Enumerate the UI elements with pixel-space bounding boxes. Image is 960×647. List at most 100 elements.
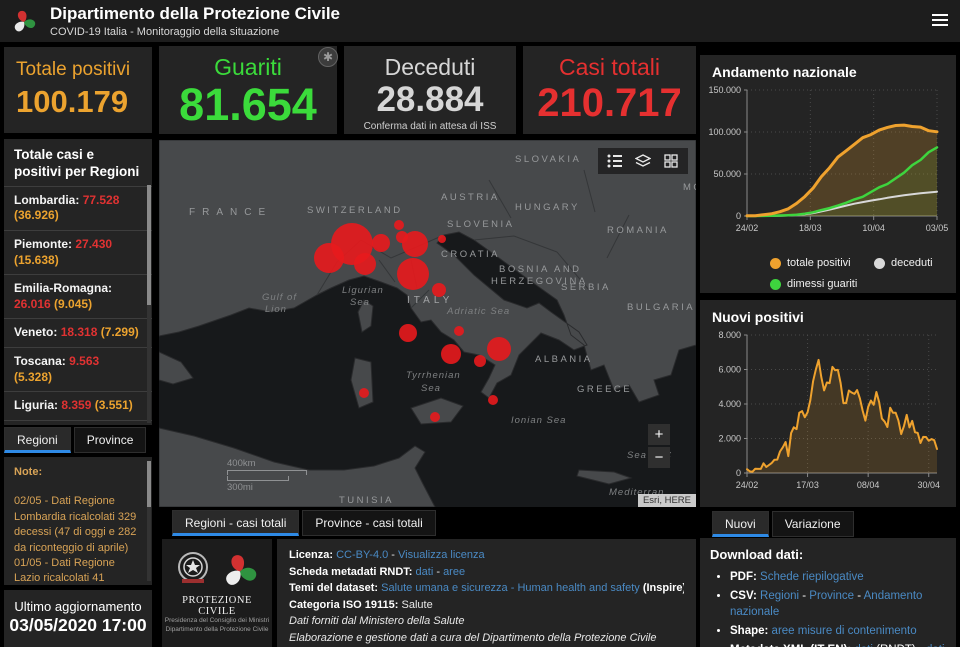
svg-text:100.000: 100.000 [708, 127, 741, 137]
svg-text:24/02: 24/02 [736, 223, 759, 233]
scale-km: 400km [227, 458, 256, 469]
last-update-label: Ultimo aggiornamento [14, 599, 142, 614]
new-positives-panel: Nuovi positivi 0 2.000 4.000 6.000 8.000 24/0… [700, 300, 956, 507]
stat-card-guariti: Guariti 81.654 [159, 46, 337, 134]
svg-text:03/05: 03/05 [926, 223, 949, 233]
italy-cases-map[interactable]: FRANCE SWITZERLAND AUSTRIA SLOVAKIA HUNGARY S… [159, 140, 696, 507]
zoom-out-button[interactable]: − [648, 447, 670, 468]
license-line: Scheda metadati RNDT: dati - aree [289, 564, 684, 581]
map-label: ITALY [407, 295, 453, 306]
legend-item[interactable]: totale positivi [770, 257, 874, 269]
text-segment: PDF: [730, 571, 761, 583]
legend-item[interactable]: deceduti [874, 257, 933, 269]
link[interactable]: dati [416, 566, 434, 578]
case-bubble[interactable] [441, 344, 461, 364]
case-bubble[interactable] [487, 337, 511, 361]
zoom-in-button[interactable]: + [648, 424, 670, 445]
link[interactable]: Regioni [760, 590, 799, 602]
case-bubble[interactable] [397, 258, 429, 290]
settings-gear-icon[interactable]: ✱ [318, 47, 338, 67]
case-bubble[interactable] [474, 355, 486, 367]
region-row[interactable]: Liguria: 8.359 (3.551) [4, 391, 152, 420]
case-bubble[interactable] [438, 235, 446, 243]
case-bubble[interactable] [399, 324, 417, 342]
case-bubble[interactable] [372, 234, 390, 252]
map-zoom-controls: + − [648, 424, 670, 470]
case-bubble[interactable] [430, 412, 440, 422]
license-line: Elaborazione e gestione dati a cura del … [289, 630, 684, 647]
layers-icon[interactable] [632, 150, 654, 172]
case-bubble[interactable] [314, 243, 344, 273]
scrollbar-thumb[interactable] [147, 185, 151, 305]
text-segment: CSV: [730, 589, 761, 602]
text-segment: Elaborazione e gestione dati a cura del … [289, 631, 657, 644]
text-segment: Dati forniti dal Ministero della Salute [289, 615, 465, 627]
stat-label: Deceduti [384, 54, 476, 80]
text-segment: - [433, 565, 444, 578]
link[interactable]: CC-BY-4.0 [336, 549, 388, 561]
region-row[interactable]: Veneto: 18.318 (7.299) [4, 318, 152, 347]
map-toolbar [598, 148, 688, 174]
link[interactable]: aree [443, 566, 465, 578]
legend-dot-icon [770, 278, 781, 290]
last-update-value: 03/05/2020 17:00 [9, 615, 147, 635]
text-segment: (Inspire) [639, 582, 684, 594]
tab-variazione[interactable]: Variazione [771, 511, 854, 537]
tab-nuovi[interactable]: Nuovi [712, 511, 769, 537]
region-row[interactable]: Lombardia: 77.528 (36.926) [4, 185, 152, 230]
map-label: SLOVENIA [447, 219, 515, 230]
case-bubble[interactable] [454, 326, 464, 336]
license-line: Categoria ISO 19115: Salute [289, 597, 684, 614]
page-title: Dipartimento della Protezione Civile [50, 4, 341, 23]
region-row[interactable]: Lazio: 6.809 (4.385) [4, 419, 152, 425]
text-segment: - [854, 589, 864, 602]
svg-text:2.000: 2.000 [718, 434, 741, 444]
map-label: Sea [350, 297, 370, 308]
link[interactable]: Schede riepilogative [760, 571, 864, 583]
link[interactable]: Salute umana e sicurezza - Human health … [381, 582, 640, 594]
legend-item[interactable]: dimessi guariti [770, 278, 857, 290]
tab-province-casi-totali[interactable]: Province - casi totali [302, 510, 436, 536]
text-segment: Temi del dataset: [289, 582, 382, 594]
scrollbar-thumb[interactable] [147, 461, 151, 507]
link[interactable]: Province [809, 590, 854, 602]
page-subtitle: COVID-19 Italia - Monitoraggio della sit… [50, 26, 280, 38]
scrollbar[interactable] [147, 185, 151, 423]
download-list: PDF: Schede riepilogative CSV: Regioni - … [710, 569, 946, 647]
stat-footnote: Conferma dati in attesa di ISS [363, 120, 497, 132]
notes-body: 02/05 - Dati Regione Lombardia ricalcola… [14, 495, 137, 585]
map-label: SERBIA [561, 282, 611, 293]
svg-text:08/04: 08/04 [857, 480, 880, 490]
case-bubble[interactable] [402, 231, 428, 257]
tab-regioni-casi-totali[interactable]: Regioni - casi totali [172, 510, 300, 536]
scrollbar[interactable] [147, 461, 151, 581]
text-segment: - [388, 549, 399, 561]
svg-text:17/03: 17/03 [796, 480, 819, 490]
case-bubble[interactable] [394, 220, 404, 230]
protezione-civile-logo-icon [14, 10, 36, 32]
link[interactable]: aree misure di contenimento [772, 625, 917, 637]
map-canvas[interactable]: FRANCE SWITZERLANDAUSTRIASLOVAKIAHUNGARYS… [159, 140, 696, 507]
download-title: Download dati: [710, 547, 804, 562]
link[interactable]: Visualizza licenza [398, 549, 485, 561]
map-scale-bar: 400km 300mi [227, 458, 307, 493]
download-item: CSV: Regioni - Province - Andamento nazi… [730, 588, 946, 621]
stat-value: 210.717 [537, 81, 682, 125]
stat-card-deceduti: Deceduti 28.884 Conferma dati in attesa … [344, 46, 516, 134]
legend-list-icon[interactable] [604, 150, 626, 172]
app-header: Dipartimento della Protezione Civile COV… [0, 0, 960, 42]
tab-regioni[interactable]: Regioni [4, 427, 71, 453]
case-bubble[interactable] [488, 395, 498, 405]
case-bubble[interactable] [354, 253, 376, 275]
menu-hamburger-icon[interactable] [932, 14, 948, 27]
tab-province[interactable]: Province [73, 427, 147, 453]
case-bubble[interactable] [359, 388, 369, 398]
map-label: BULGARIA [627, 302, 695, 313]
map-label: Lion [265, 304, 287, 315]
region-row[interactable]: Emilia-Romagna: 26.016 (9.045) [4, 274, 152, 318]
region-row[interactable]: Piemonte: 27.430 (15.638) [4, 229, 152, 274]
basemap-gallery-icon[interactable] [660, 150, 682, 172]
map-label: Ligurian [342, 285, 384, 296]
region-row[interactable]: Toscana: 9.563 (5.328) [4, 346, 152, 391]
stat-label: Casi totali [559, 54, 660, 80]
